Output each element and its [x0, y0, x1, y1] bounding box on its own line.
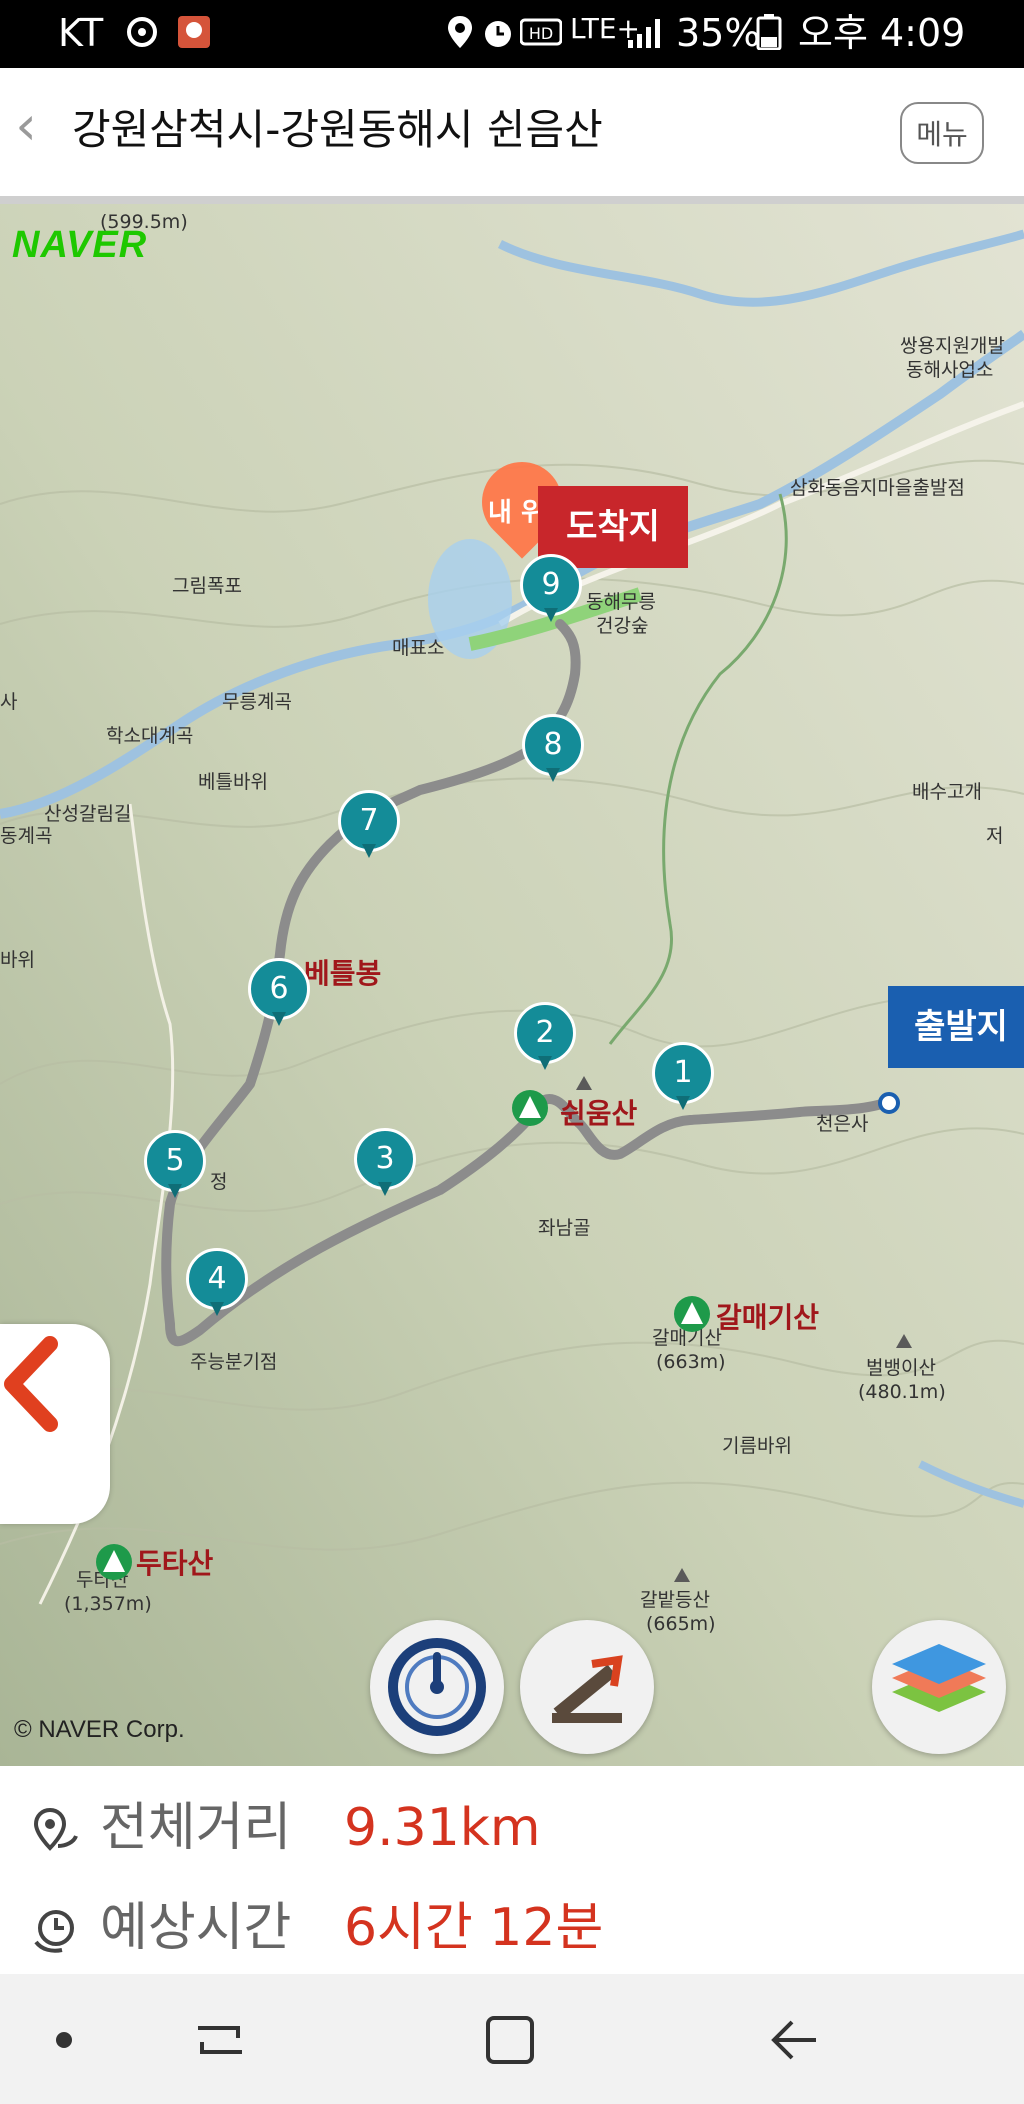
start-point-icon: [878, 1092, 900, 1114]
map-label: 삼화동음지마을출발점: [790, 477, 965, 499]
layers-button[interactable]: [872, 1620, 1006, 1754]
clock-icon: [34, 1910, 74, 1953]
map-view[interactable]: NAVER (599.5m) 쌍용지원개발 동해사업소 삼화동음지마을출발점 동…: [0, 204, 1024, 1766]
map-label: 쌍용지원개발: [900, 335, 1005, 357]
peak-label-betulbong: 베틀봉: [304, 957, 382, 990]
map-label: (1,357m): [64, 1593, 152, 1615]
map-label: 배수고개: [912, 781, 982, 803]
map-label: 주능분기점: [190, 1351, 278, 1373]
map-label: 기름바위: [722, 1435, 792, 1457]
menu-button[interactable]: 메뉴: [900, 102, 984, 164]
chevron-left-icon: [4, 1336, 58, 1432]
map-label: 학소대계곡: [106, 725, 194, 747]
map-label: (480.1m): [858, 1381, 946, 1403]
recent-apps-icon[interactable]: [190, 2010, 250, 2070]
location-route-icon: [33, 1807, 78, 1851]
map-label: (599.5m): [100, 211, 188, 233]
map-label: 그림폭포: [172, 575, 242, 597]
home-icon[interactable]: [480, 2010, 540, 2070]
map-label: 산성갈림길: [44, 803, 132, 825]
map-label: 매표소: [392, 637, 445, 659]
waypoint-number: 4: [186, 1248, 248, 1310]
system-nav-bar: [0, 1974, 1024, 2104]
svg-text:HD: HD: [529, 24, 553, 43]
waypoint-marker[interactable]: 6: [248, 958, 310, 1028]
battery-percent: 35%: [676, 11, 761, 55]
map-label: 정: [210, 1171, 228, 1193]
waypoint-marker[interactable]: 1: [652, 1042, 714, 1112]
map-label: 사: [0, 691, 18, 713]
start-flag[interactable]: 출발지: [888, 986, 1024, 1068]
waypoint-number: 5: [144, 1130, 206, 1192]
speedometer-icon: [388, 1638, 486, 1736]
hd-voice-icon: HD: [520, 18, 562, 46]
map-label: 동계곡: [0, 825, 53, 847]
sync-icon: [127, 17, 157, 47]
map-label: 베틀바위: [198, 771, 268, 793]
waypoint-marker[interactable]: 3: [354, 1128, 416, 1198]
back-button[interactable]: ‹: [6, 96, 46, 156]
panel-toggle-tab[interactable]: [0, 1324, 110, 1524]
mountain-icon: [512, 1090, 548, 1126]
page-title: 강원삼척시-강원동해시 쉰음산: [72, 105, 603, 154]
app-notification-icon: [178, 16, 210, 48]
distance-value: 9.31km: [344, 1798, 541, 1858]
battery-icon: [756, 14, 782, 50]
location-icon: [448, 16, 472, 48]
map-label: 동해무릉: [586, 591, 656, 613]
waypoint-marker[interactable]: 7: [338, 790, 400, 860]
map-terrain: [0, 204, 1024, 1766]
map-label: 벌뱅이산: [866, 1357, 936, 1379]
waypoint-number: 2: [514, 1002, 576, 1064]
time-label: 예상시간: [100, 1898, 292, 1958]
mountain-icon: [674, 1296, 710, 1332]
time-value: 6시간 12분: [344, 1898, 604, 1958]
waypoint-number: 6: [248, 958, 310, 1020]
layers-icon: [892, 1644, 986, 1712]
waypoint-number: 7: [338, 790, 400, 852]
speed-button[interactable]: [370, 1620, 504, 1754]
waypoint-number: 1: [652, 1042, 714, 1104]
peak-label-main: 쉰움산: [560, 1097, 638, 1130]
waypoint-marker[interactable]: 5: [144, 1130, 206, 1200]
map-label: 좌남골: [538, 1217, 591, 1239]
header-divider: [0, 196, 1024, 204]
mountain-icon: [96, 1544, 132, 1580]
waypoint-marker[interactable]: 9: [520, 554, 582, 624]
peak-label-galmae: 갈매기산: [716, 1301, 820, 1334]
waypoint-marker[interactable]: 8: [522, 714, 584, 784]
time-row: 예상시간 6시간 12분: [0, 1882, 1024, 1972]
alarm-icon: [485, 21, 511, 47]
signal-icon: [628, 19, 660, 48]
slope-button[interactable]: [520, 1620, 654, 1754]
map-label: 갈밭등산: [640, 1589, 710, 1611]
map-label: 천은사: [816, 1113, 869, 1135]
map-label: (663m): [656, 1351, 726, 1373]
map-label: 바위: [0, 949, 35, 971]
waypoint-marker[interactable]: 4: [186, 1248, 248, 1318]
slope-icon: [552, 1655, 623, 1723]
system-back-icon[interactable]: [764, 2010, 824, 2070]
status-bar: KT HD LTE+ 35% 오후 4:09: [0, 0, 1024, 68]
distance-label: 전체거리: [100, 1798, 292, 1858]
map-label: 건강숲: [596, 615, 649, 637]
map-label: 무릉계곡: [222, 691, 292, 713]
map-label: 동해사업소: [906, 359, 994, 381]
clock-time: 오후 4:09: [798, 11, 966, 55]
waypoint-number: 3: [354, 1128, 416, 1190]
peak-label-dutasan: 두타산: [136, 1547, 214, 1580]
map-label: (665m): [646, 1613, 716, 1635]
dot-icon[interactable]: [34, 2010, 94, 2070]
waypoint-marker[interactable]: 2: [514, 1002, 576, 1072]
app-header: ‹ 강원삼척시-강원동해시 쉰음산 메뉴: [0, 68, 1024, 196]
waypoint-number: 8: [522, 714, 584, 776]
map-label: 저: [986, 825, 1004, 847]
map-copyright: © NAVER Corp.: [14, 1716, 185, 1743]
carrier-label: KT: [58, 11, 104, 55]
route-summary: 전체거리 9.31km 예상시간 6시간 12분: [0, 1766, 1024, 1974]
waypoint-number: 9: [520, 554, 582, 616]
distance-row: 전체거리 9.31km: [0, 1782, 1024, 1872]
